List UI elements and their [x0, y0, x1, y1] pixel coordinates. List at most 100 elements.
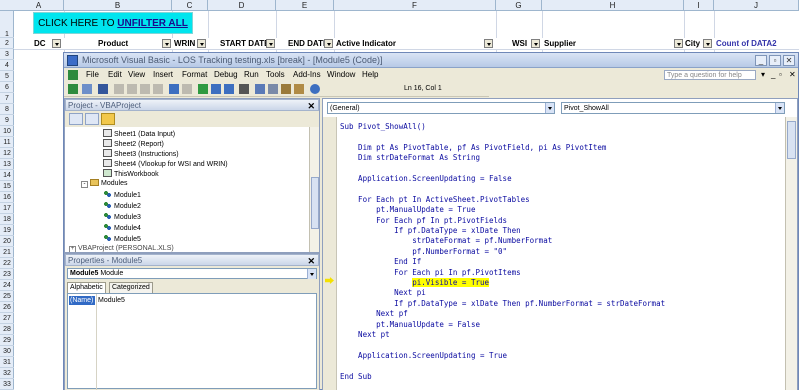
tree-item-personal-project[interactable]: + VBAProject (PERSONAL.XLS)	[69, 244, 174, 252]
menu-edit[interactable]: Edit	[108, 68, 122, 82]
view-object-icon[interactable]	[85, 113, 99, 125]
code-scrollbar[interactable]	[785, 117, 797, 390]
pivot-field-city[interactable]: City	[685, 38, 700, 49]
column-header-i[interactable]: I	[684, 0, 714, 11]
pivot-field-end-date[interactable]: END DATE	[288, 38, 328, 49]
code-line[interactable]: pt.ManualUpdate = True	[340, 205, 475, 215]
view-excel-icon[interactable]	[68, 84, 78, 94]
row-header[interactable]: 4	[0, 60, 14, 71]
copy-icon[interactable]	[127, 84, 137, 94]
row-header[interactable]: 22	[0, 258, 14, 269]
menu-add-ins[interactable]: Add-Ins	[293, 68, 321, 82]
object-combo[interactable]: (General)	[327, 102, 555, 114]
pivot-filter-dropdown[interactable]	[324, 39, 333, 48]
pivot-field-supplier[interactable]: Supplier	[544, 38, 576, 49]
paste-icon[interactable]	[140, 84, 150, 94]
break-icon[interactable]	[211, 84, 221, 94]
toolbox-icon[interactable]	[294, 84, 304, 94]
code-line[interactable]: Next pf	[340, 309, 408, 319]
row-header[interactable]: 11	[0, 137, 14, 148]
unfilter-all-button[interactable]: CLICK HERE TO UNFILTER ALL	[33, 12, 193, 34]
project-scrollbar[interactable]	[309, 127, 319, 252]
chevron-down-icon[interactable]	[307, 269, 316, 279]
pivot-filter-dropdown[interactable]	[52, 39, 61, 48]
row-header[interactable]: 21	[0, 247, 14, 258]
code-line[interactable]: End Sub	[340, 372, 372, 382]
pivot-field-product[interactable]: Product	[98, 38, 128, 49]
row-header[interactable]: 13	[0, 159, 14, 170]
close-icon[interactable]: ✕	[307, 255, 315, 267]
minimize-button[interactable]: _	[755, 55, 767, 66]
code-line[interactable]: For Each pf In pt.PivotFields	[340, 216, 507, 226]
scrollbar-thumb[interactable]	[787, 121, 796, 159]
column-header-b[interactable]: B	[64, 0, 172, 11]
vbe-title-bar[interactable]: Microsoft Visual Basic - LOS Tracking te…	[64, 53, 798, 68]
undo-icon[interactable]	[169, 84, 179, 94]
row-header[interactable]: 7	[0, 93, 14, 104]
code-line[interactable]: Application.ScreenUpdating = True	[340, 351, 507, 361]
row-header[interactable]: 16	[0, 192, 14, 203]
row-header[interactable]: 3	[0, 49, 14, 60]
column-header-j[interactable]: J	[714, 0, 799, 11]
view-code-icon[interactable]	[69, 113, 83, 125]
tree-item-modules-folder[interactable]: - Modules	[81, 179, 127, 189]
pivot-field-wrin[interactable]: WRIN	[174, 38, 195, 49]
row-header[interactable]: 12	[0, 148, 14, 159]
tab-alphabetic[interactable]: Alphabetic	[67, 282, 106, 293]
cut-icon[interactable]	[114, 84, 124, 94]
find-icon[interactable]	[153, 84, 163, 94]
object-browser-icon[interactable]	[281, 84, 291, 94]
code-line[interactable]: If pf.DataType = xlDate Then pf.NumberFo…	[340, 299, 665, 309]
row-header[interactable]: 27	[0, 313, 14, 324]
property-name-value[interactable]: Module5	[98, 296, 125, 305]
row-header[interactable]: 5	[0, 71, 14, 82]
code-line[interactable]: Next pt	[340, 330, 390, 340]
row-header[interactable]: 9	[0, 115, 14, 126]
row-header[interactable]: 18	[0, 214, 14, 225]
menu-insert[interactable]: Insert	[153, 68, 173, 82]
code-line[interactable]: pf.NumberFormat = "0"	[340, 247, 507, 257]
pivot-filter-dropdown[interactable]	[703, 39, 712, 48]
code-line[interactable]: Dim pt As PivotTable, pf As PivotField, …	[340, 143, 606, 153]
chevron-down-icon[interactable]	[545, 103, 554, 113]
property-name-key[interactable]: (Name)	[69, 296, 95, 305]
menu-debug[interactable]: Debug	[214, 68, 238, 82]
reset-icon[interactable]	[224, 84, 234, 94]
save-icon[interactable]	[98, 84, 108, 94]
code-line[interactable]: Next pi	[340, 288, 426, 298]
close-child-icon[interactable]: ✕	[789, 68, 796, 82]
code-line[interactable]: For Each pt In ActiveSheet.PivotTables	[340, 195, 530, 205]
object-select[interactable]: Module5 Module	[67, 268, 317, 279]
row-header[interactable]: 15	[0, 181, 14, 192]
design-mode-icon[interactable]	[239, 84, 249, 94]
row-header[interactable]: 24	[0, 280, 14, 291]
row-header[interactable]: 30	[0, 346, 14, 357]
pivot-field-active-indicator[interactable]: Active Indicator	[336, 38, 396, 49]
chevron-down-icon[interactable]	[775, 103, 784, 113]
code-line[interactable]: For Each pi In pf.PivotItems	[340, 268, 520, 278]
row-header[interactable]: 6	[0, 82, 14, 93]
collapse-icon[interactable]: -	[81, 181, 88, 188]
pivot-filter-dropdown[interactable]	[674, 39, 683, 48]
row-header[interactable]: 32	[0, 368, 14, 379]
row-header[interactable]: 31	[0, 357, 14, 368]
help-search-input[interactable]: Type a question for help	[664, 70, 756, 80]
column-header-e[interactable]: E	[276, 0, 334, 11]
pivot-filter-dropdown[interactable]	[162, 39, 171, 48]
tree-item-module2[interactable]: Module2	[103, 201, 141, 212]
pivot-field-start-date[interactable]: START DATE	[220, 38, 269, 49]
menu-tools[interactable]: Tools	[266, 68, 285, 82]
row-header[interactable]: 29	[0, 335, 14, 346]
row-header[interactable]: 20	[0, 236, 14, 247]
insert-module-icon[interactable]	[82, 84, 92, 94]
code-line[interactable]: End If	[340, 257, 421, 267]
pivot-filter-dropdown[interactable]	[484, 39, 493, 48]
procedure-combo[interactable]: Pivot_ShowAll	[561, 102, 785, 114]
pivot-filter-dropdown[interactable]	[197, 39, 206, 48]
row-header[interactable]: 23	[0, 269, 14, 280]
code-line[interactable]: pt.ManualUpdate = False	[340, 320, 480, 330]
menu-help[interactable]: Help	[362, 68, 378, 82]
pivot-field-dc[interactable]: DC	[34, 38, 46, 49]
restore-child-icon[interactable]: _	[771, 68, 775, 82]
code-line[interactable]: strDateFormat = pf.NumberFormat	[340, 236, 552, 246]
